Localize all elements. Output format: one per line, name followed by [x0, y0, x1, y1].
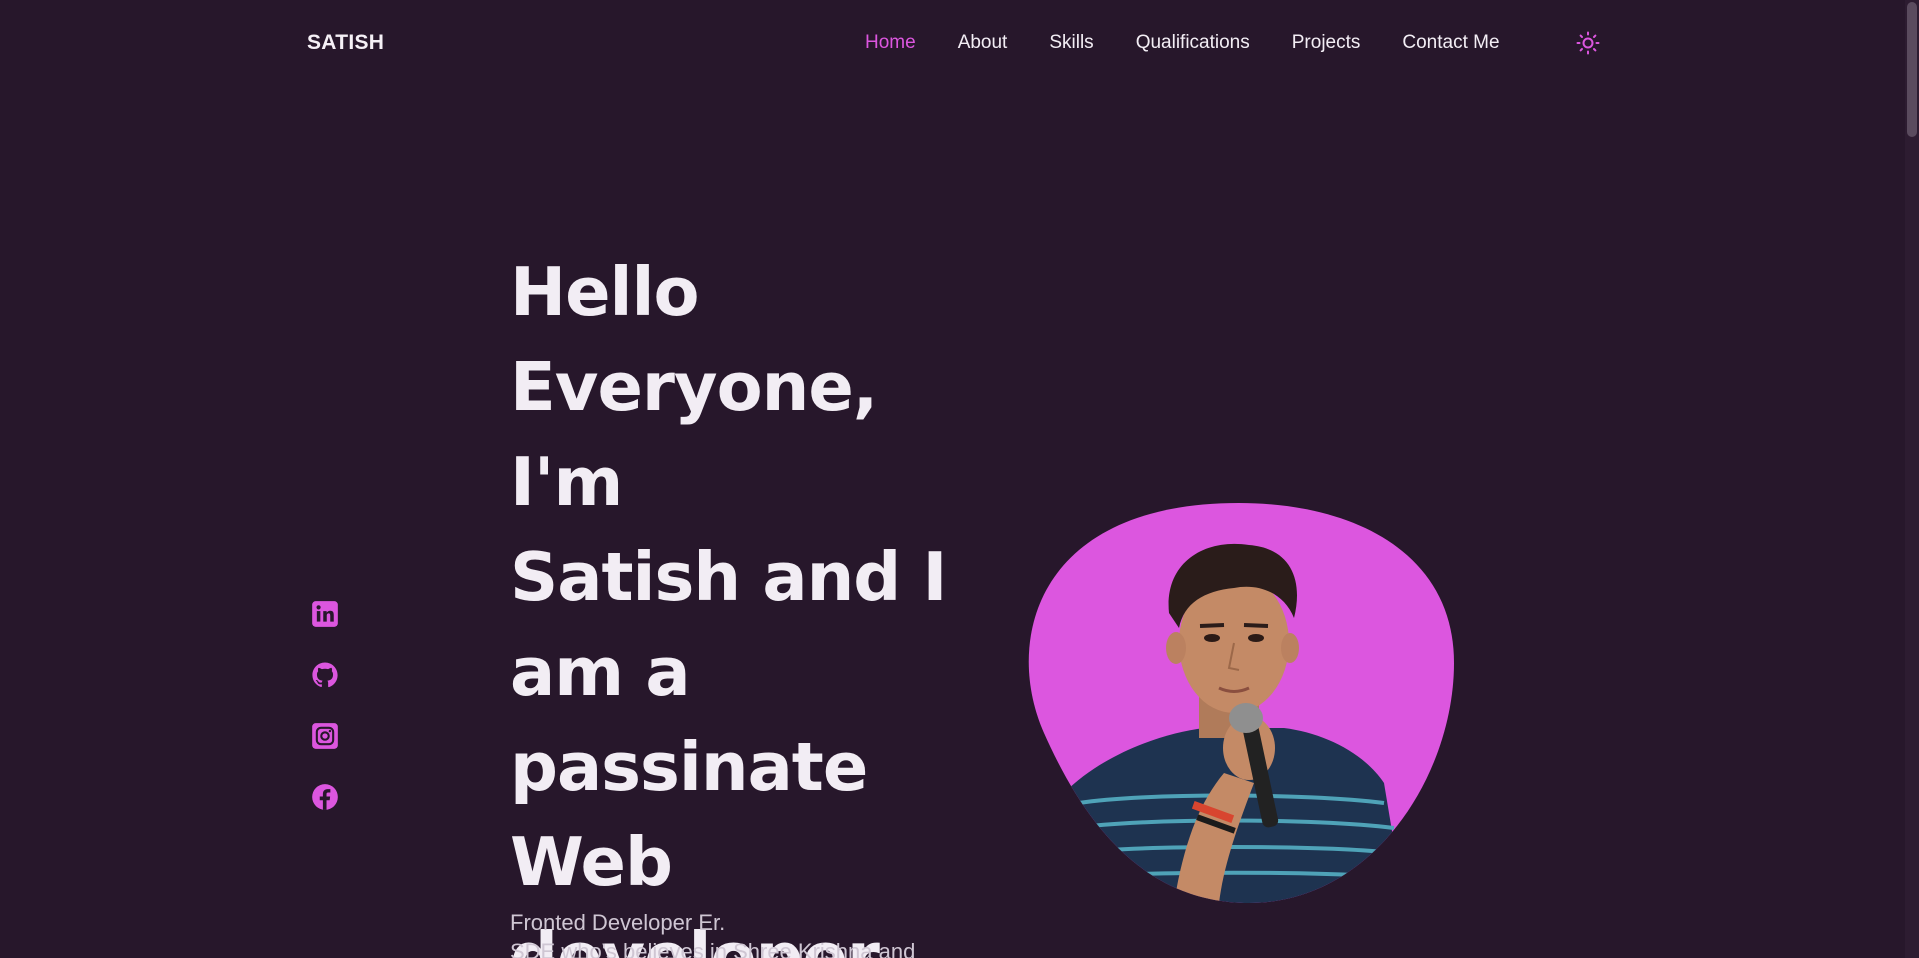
facebook-icon[interactable]: [311, 783, 339, 811]
hero-line: Satish and I: [510, 538, 948, 616]
site-header: SATISH Home About Skills Qualifications …: [0, 0, 1905, 86]
main-nav: Home About Skills Qualifications Project…: [865, 31, 1500, 55]
portfolio-page: SATISH Home About Skills Qualifications …: [0, 0, 1919, 958]
description-line: SDE who's believes in Shree Krishna and: [510, 939, 916, 958]
hero-description: Fronted Developer Er. SDE who's believes…: [510, 908, 980, 958]
instagram-icon[interactable]: [311, 722, 339, 750]
hero-line: Web: [510, 823, 673, 901]
hero-line: am a: [510, 633, 691, 711]
github-icon[interactable]: [311, 661, 339, 689]
nav-about[interactable]: About: [958, 31, 1008, 55]
nav-qualifications[interactable]: Qualifications: [1136, 31, 1250, 55]
page-scrollbar[interactable]: [1905, 0, 1919, 958]
nav-home[interactable]: Home: [865, 31, 916, 55]
linkedin-icon[interactable]: [311, 600, 339, 628]
social-links: [311, 600, 339, 844]
hero-line: passinate: [510, 728, 868, 806]
hero-heading: Hello Everyone, I'm Satish and I am a pa…: [510, 245, 970, 958]
description-line: Fronted Developer Er.: [510, 910, 726, 935]
site-logo[interactable]: SATISH: [307, 31, 384, 55]
sun-icon[interactable]: [1576, 31, 1600, 55]
nav-projects[interactable]: Projects: [1292, 31, 1361, 55]
nav-contact[interactable]: Contact Me: [1402, 31, 1499, 55]
hero-line: Hello: [510, 253, 699, 331]
profile-photo: [1024, 503, 1454, 903]
nav-skills[interactable]: Skills: [1049, 31, 1093, 55]
hero-line: Everyone, I'm: [510, 348, 878, 521]
scrollbar-thumb[interactable]: [1907, 2, 1917, 137]
